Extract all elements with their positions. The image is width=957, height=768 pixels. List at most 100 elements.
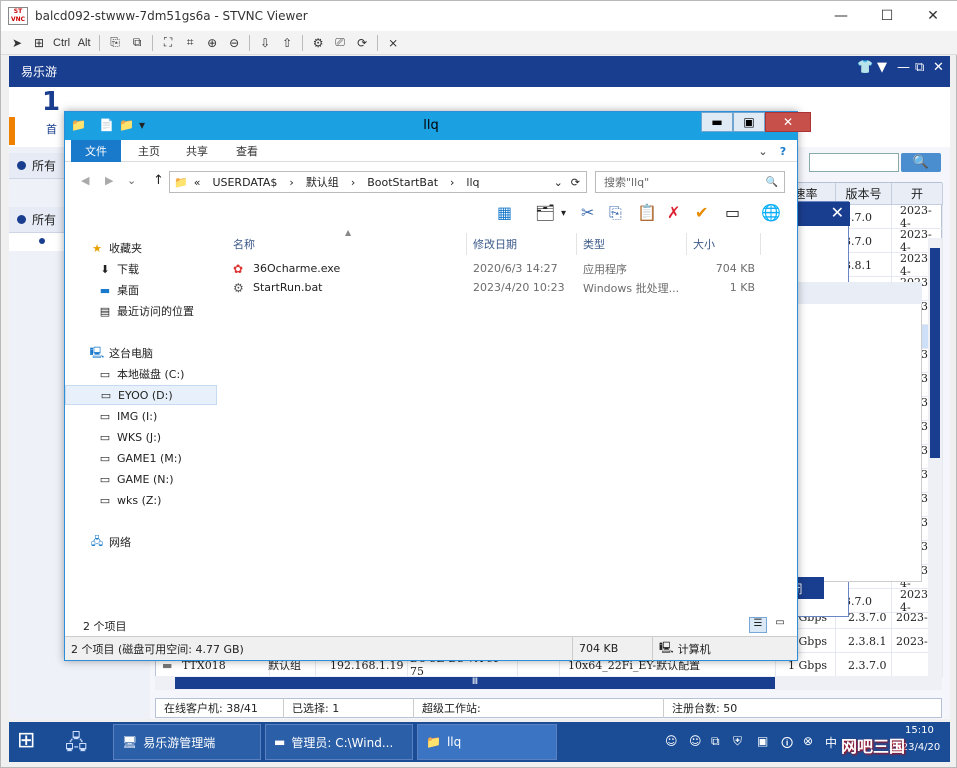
taskbar-cmd[interactable]: ▬ 管理员: C:\Wind...: [265, 724, 413, 760]
delete-icon[interactable]: ✗: [667, 203, 680, 222]
preview-pane-icon[interactable]: ▦: [497, 203, 512, 222]
refresh-address-icon[interactable]: ⟳: [571, 176, 580, 189]
explorer-close-button[interactable]: ✕: [765, 112, 811, 132]
download-icon[interactable]: ⇩: [255, 33, 275, 53]
nav-drive-m[interactable]: ▭ GAME1 (M:): [65, 448, 217, 468]
nav-drive-j[interactable]: ▭ WKS (J:): [65, 427, 217, 447]
breadcrumb-separator[interactable]: ›: [289, 176, 293, 189]
recent-dropdown-icon[interactable]: ⌄: [127, 174, 136, 187]
close-button[interactable]: ✕: [910, 1, 956, 31]
breadcrumb-default-group[interactable]: 默认组: [306, 174, 339, 190]
help-icon[interactable]: ?: [773, 140, 793, 162]
settings-icon[interactable]: ⚙: [308, 33, 328, 53]
this-pc-header[interactable]: 🖳 这台电脑: [65, 343, 217, 363]
clock-time[interactable]: 15:10: [905, 725, 934, 736]
back-icon[interactable]: ◀: [81, 174, 89, 187]
forward-icon[interactable]: ▶: [105, 174, 113, 187]
nav-drive-i[interactable]: ▭ IMG (I:): [65, 406, 217, 426]
ime-indicator[interactable]: 中: [825, 734, 837, 751]
breadcrumb-separator[interactable]: ›: [351, 176, 355, 189]
address-bar[interactable]: 📁 « USERDATA$ › 默认组 › BootStartBat › llq…: [169, 171, 587, 193]
favorites-header[interactable]: ★ 收藏夹: [65, 238, 217, 258]
cut-icon[interactable]: ✂: [581, 203, 594, 222]
screenshot-icon[interactable]: ⎚: [330, 33, 350, 53]
breadcrumb-separator[interactable]: ›: [450, 176, 454, 189]
grid-vertical-scrollbar[interactable]: [928, 238, 942, 676]
taskbar-app-manager[interactable]: 🖥 易乐游管理端: [113, 724, 261, 760]
nav-recent[interactable]: ▤ 最近访问的位置: [65, 301, 217, 321]
nav-network[interactable]: 🖧 网络: [65, 532, 217, 552]
app-search-button[interactable]: 🔍: [901, 153, 941, 172]
tray-shield-icon[interactable]: ⛨: [733, 734, 742, 749]
tray-icon-1[interactable]: ☺: [665, 734, 678, 748]
send-arrow-icon[interactable]: ➤: [7, 33, 27, 53]
zoom-in-icon[interactable]: ⊕: [202, 33, 222, 53]
ctrl-key-button[interactable]: Ctrl: [51, 33, 72, 53]
options-grid-icon[interactable]: ⊞: [29, 33, 49, 53]
paste-icon[interactable]: 📋: [637, 203, 657, 222]
network-globe-icon[interactable]: 🌐: [761, 203, 781, 222]
upload-icon[interactable]: ⇧: [277, 33, 297, 53]
properties-folder-icon[interactable]: 🗂: [535, 203, 555, 222]
remote-desktop[interactable]: 易乐游 👕 ▼ — ⧉ ✕ 1 首 所有 所有 🔍 速率 版本号 开 3.7.0…: [9, 56, 950, 719]
app-close-icon[interactable]: ✕: [933, 60, 944, 75]
copy-icon[interactable]: ⎘: [609, 203, 622, 223]
tab-view[interactable]: 查看: [225, 140, 269, 162]
breadcrumb-userdata[interactable]: USERDATA$: [212, 176, 277, 189]
dialog-close-icon[interactable]: ✕: [831, 203, 844, 222]
fullscreen-icon[interactable]: ⛶: [158, 33, 178, 53]
tray-icon-3[interactable]: ⧉: [711, 734, 720, 749]
details-view-icon[interactable]: ☰: [749, 617, 767, 633]
refresh-icon[interactable]: ⟳: [352, 33, 372, 53]
tab-home[interactable]: 主页: [127, 140, 171, 162]
home-nav-icon[interactable]: 1: [42, 87, 60, 117]
home-nav-label[interactable]: 首: [46, 121, 57, 137]
breadcrumb-bootstartbat[interactable]: BootStartBat: [367, 176, 438, 189]
scroll-thumb[interactable]: Ⅲ: [175, 677, 775, 689]
minimize-button[interactable]: —: [818, 1, 864, 31]
scroll-thumb[interactable]: [930, 248, 940, 458]
large-icons-view-icon[interactable]: ▭: [771, 617, 789, 633]
nav-downloads[interactable]: ⬇ 下载: [65, 259, 217, 279]
taskbar-explorer[interactable]: 📁 llq: [417, 724, 557, 760]
tray-info-icon[interactable]: 🛈: [781, 734, 793, 755]
tab-share[interactable]: 共享: [175, 140, 219, 162]
col-start[interactable]: 开: [892, 183, 943, 205]
nav-drive-c[interactable]: ▭ 本地磁盘 (C:): [65, 364, 217, 384]
alt-key-button[interactable]: Alt: [74, 33, 94, 53]
tray-monitor-icon[interactable]: ▣: [757, 734, 768, 748]
menu-dropdown-icon[interactable]: ▼: [877, 60, 887, 75]
search-icon[interactable]: 🔍: [766, 177, 778, 188]
tray-volume-muted-icon[interactable]: ⊗: [803, 734, 813, 748]
breadcrumb-llq[interactable]: llq: [466, 176, 479, 189]
explorer-title-bar[interactable]: 📁 📄 📁 ▾ llq ▬ ▣ ✕: [65, 112, 811, 140]
start-button[interactable]: ⊞: [17, 728, 35, 753]
maximize-button[interactable]: ☐: [864, 1, 910, 31]
tab-file[interactable]: 文件: [71, 140, 121, 162]
explorer-minimize-button[interactable]: ▬: [701, 112, 733, 132]
vnc-title-bar[interactable]: ST VNC balcd092-stwww-7dm51gs6a - STVNC V…: [1, 1, 957, 31]
nav-drive-d[interactable]: ▭ EYOO (D:): [65, 385, 217, 405]
up-icon[interactable]: ↑: [153, 173, 164, 188]
explorer-search-input[interactable]: 搜索"llq" 🔍: [595, 171, 785, 193]
checkmark-icon[interactable]: ✔: [695, 203, 708, 222]
properties-dropdown-icon[interactable]: ▾: [561, 208, 566, 219]
breadcrumb-overflow[interactable]: «: [194, 176, 201, 189]
ribbon-expand-icon[interactable]: ⌄: [753, 140, 773, 162]
server-manager-icon[interactable]: 🖧: [65, 728, 87, 762]
col-size[interactable]: 大小: [687, 233, 761, 255]
nav-drive-z[interactable]: ▭ wks (Z:): [65, 490, 217, 510]
address-dropdown-icon[interactable]: ⌄: [554, 176, 563, 189]
nav-desktop[interactable]: ▬ 桌面: [65, 280, 217, 300]
explorer-maximize-button[interactable]: ▣: [733, 112, 765, 132]
col-type[interactable]: 类型: [577, 233, 687, 255]
app-minimize-icon[interactable]: —: [897, 60, 910, 75]
zoom-out-icon[interactable]: ⊖: [224, 33, 244, 53]
file-row[interactable]: ✿ 36Ocharme.exe 2020/6/3 14:27 应用程序 704 …: [217, 259, 797, 278]
grid-horizontal-scrollbar[interactable]: Ⅲ: [155, 676, 942, 690]
skin-icon[interactable]: 👕: [857, 60, 873, 75]
disconnect-icon[interactable]: ⨯: [383, 33, 403, 53]
copy-icon[interactable]: ⎘: [105, 33, 125, 53]
col-date-modified[interactable]: 修改日期: [467, 233, 577, 255]
nav-drive-n[interactable]: ▭ GAME (N:): [65, 469, 217, 489]
